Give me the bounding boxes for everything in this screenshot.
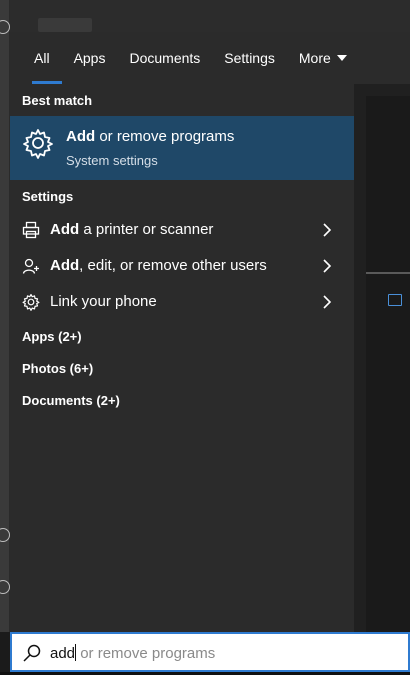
preview-divider — [366, 272, 410, 274]
best-match-item[interactable]: Add or remove programs System settings — [10, 116, 354, 180]
caret-down-icon — [336, 55, 347, 61]
best-match-title: Add or remove programs — [66, 128, 235, 145]
chat-icon — [0, 528, 10, 542]
search-text: add or remove programs — [50, 644, 215, 662]
chevron-right-icon — [323, 259, 332, 273]
search-typed-text: add — [50, 645, 76, 662]
tab-all[interactable]: All — [22, 32, 62, 84]
best-match-heading: Best match — [22, 93, 93, 108]
search-icon — [23, 644, 41, 662]
tab-label: More — [298, 50, 331, 66]
tab-label: Apps — [73, 50, 106, 66]
open-icon[interactable] — [388, 294, 402, 306]
row-label: Link your phone — [50, 293, 157, 310]
gear-icon — [22, 293, 40, 311]
group-photos[interactable]: Photos (6+) — [22, 361, 93, 376]
search-overlay: All Apps Documents Settings More Best ma… — [0, 0, 410, 675]
best-match-subtitle: System settings — [66, 153, 158, 168]
tab-label: Settings — [224, 50, 275, 66]
settings-icon — [0, 20, 10, 34]
chevron-right-icon — [323, 223, 332, 237]
filter-tabs: All Apps Documents Settings More — [10, 32, 410, 84]
search-input[interactable]: add or remove programs — [10, 632, 410, 672]
settings-heading: Settings — [22, 189, 74, 204]
results-list: Best match Add or remove programs System… — [10, 84, 354, 632]
tab-documents[interactable]: Documents — [117, 32, 212, 84]
tab-more[interactable]: More — [287, 32, 359, 84]
search-suggestion: or remove programs — [76, 645, 216, 662]
search-panel: All Apps Documents Settings More Best ma… — [10, 32, 410, 632]
add-user-icon — [22, 258, 39, 274]
preview-pane — [354, 84, 410, 632]
group-documents[interactable]: Documents (2+) — [22, 393, 120, 408]
group-apps[interactable]: Apps (2+) — [22, 329, 82, 344]
settings-result-printer[interactable]: Add a printer or scanner — [10, 212, 354, 248]
printer-icon — [22, 221, 40, 239]
tab-label: All — [34, 50, 50, 66]
phone-icon — [0, 580, 10, 594]
background-chip — [38, 18, 92, 32]
tab-settings[interactable]: Settings — [212, 32, 287, 84]
preview-background — [366, 96, 410, 632]
gear-icon — [23, 129, 53, 159]
background-window-edge — [10, 0, 410, 32]
tab-label: Documents — [129, 50, 201, 66]
row-label: Add, edit, or remove other users — [50, 257, 267, 274]
chevron-right-icon — [323, 295, 332, 309]
settings-result-users[interactable]: Add, edit, or remove other users — [10, 248, 354, 284]
row-label: Add a printer or scanner — [50, 221, 214, 238]
tab-apps[interactable]: Apps — [62, 32, 118, 84]
settings-result-link-phone[interactable]: Link your phone — [10, 284, 354, 320]
desktop-left-edge — [0, 0, 10, 632]
